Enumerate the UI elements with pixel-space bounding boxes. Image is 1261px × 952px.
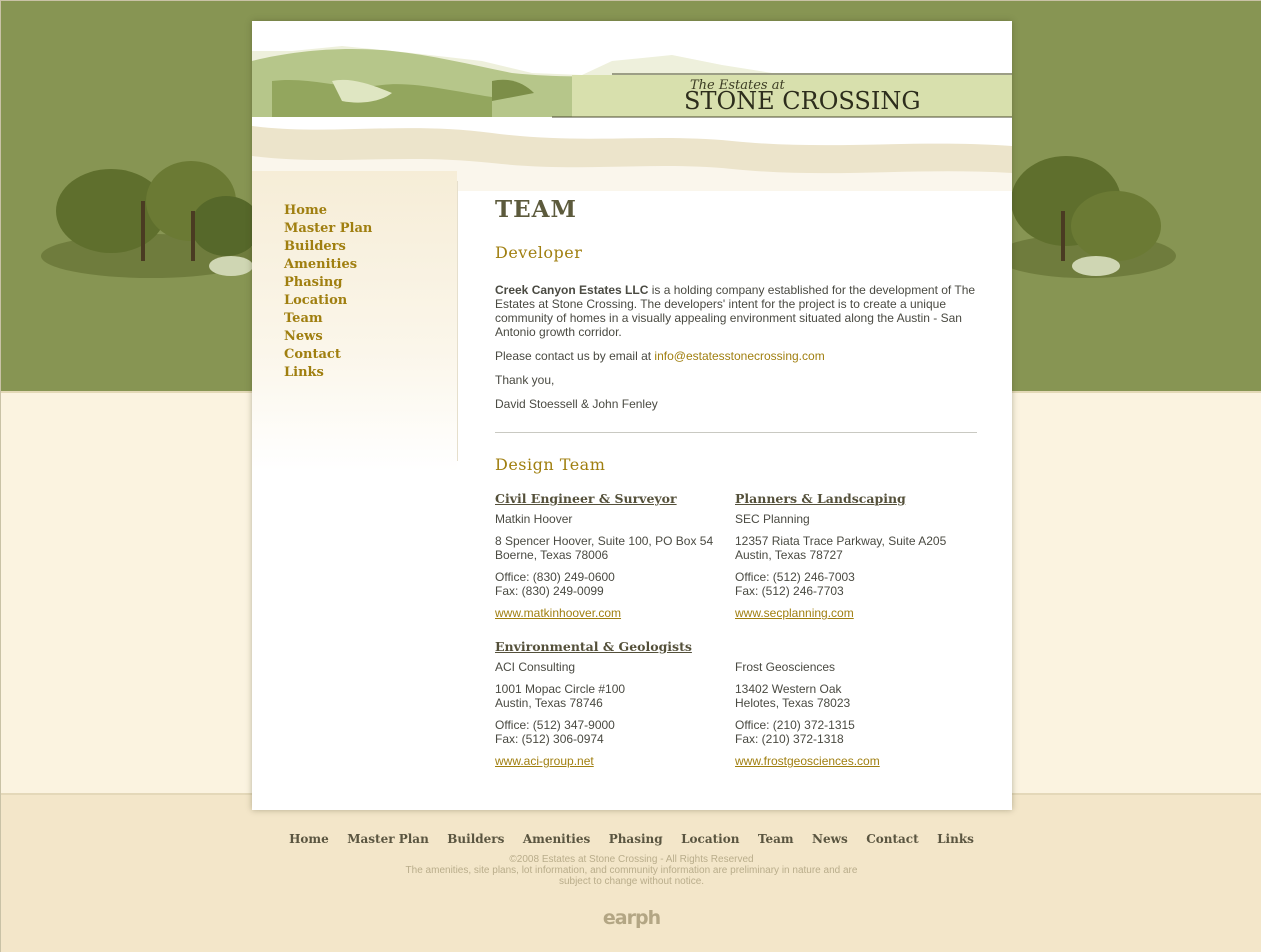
- footer-nav: Home Master Plan Builders Amenities Phas…: [1, 830, 1261, 848]
- footer-nav-news[interactable]: News: [812, 832, 848, 846]
- trees-illustration-left: [41, 161, 261, 278]
- nav-item-team[interactable]: Team: [284, 311, 323, 326]
- content-page: The Estates at STONE CROSSING Home Maste…: [252, 21, 1012, 810]
- nav-item-location[interactable]: Location: [284, 293, 347, 308]
- footer-nav-home[interactable]: Home: [289, 832, 329, 846]
- address-line-2: Austin, Texas 78727: [735, 548, 843, 562]
- team-member-address: 1001 Mopac Circle #100 Austin, Texas 7874…: [495, 682, 730, 718]
- section-divider: [495, 432, 977, 433]
- nav-item-home[interactable]: Home: [284, 203, 327, 218]
- header-banner: The Estates at STONE CROSSING: [252, 21, 1012, 191]
- team-group-planners: Planners & Landscaping SEC Planning 1235…: [735, 491, 970, 621]
- address-line-2: Austin, Texas 78746: [495, 696, 603, 710]
- office-phone: Office: (210) 372-1315: [735, 718, 855, 732]
- footer-nav-amenities[interactable]: Amenities: [523, 832, 590, 846]
- footer-disclaimer-line-1: The amenities, site plans, lot informati…: [405, 865, 858, 876]
- footer-nav-builders[interactable]: Builders: [447, 832, 504, 846]
- team-member-name: Matkin Hoover: [495, 512, 573, 526]
- team-member-phones: Office: (830) 249-0600 Fax: (830) 249-009…: [495, 570, 730, 606]
- page-title: TEAM: [495, 196, 577, 223]
- team-group-geologists: Frost Geosciences 13402 Western Oak Helot…: [735, 640, 970, 768]
- team-member-name: ACI Consulting: [495, 660, 576, 674]
- sidebar-nav: Home Master Plan Builders Amenities Phas…: [284, 201, 372, 381]
- developer-contact: Please contact us by email at info@estat…: [495, 349, 977, 363]
- team-member-website-link[interactable]: www.frostgeosciences.com: [735, 754, 970, 768]
- office-phone: Office: (830) 249-0600: [495, 570, 615, 584]
- nav-item-phasing[interactable]: Phasing: [284, 275, 342, 290]
- team-member-name: Frost Geosciences: [735, 660, 836, 674]
- address-line-1: 12357 Riata Trace Parkway, Suite A205: [735, 534, 947, 548]
- team-group-heading: Planners & Landscaping: [735, 491, 906, 506]
- fax-number: Fax: (512) 306-0974: [495, 732, 604, 746]
- fax-number: Fax: (512) 246-7703: [735, 584, 844, 598]
- fax-number: Fax: (210) 372-1318: [735, 732, 844, 746]
- footer-nav-location[interactable]: Location: [681, 832, 739, 846]
- team-member-address: 12357 Riata Trace Parkway, Suite A205 Aus…: [735, 534, 970, 570]
- team-group-heading: [735, 640, 970, 660]
- address-line-1: 13402 Western Oak: [735, 682, 842, 696]
- address-line-1: 8 Spencer Hoover, Suite 100, PO Box 54: [495, 534, 714, 548]
- site-header: The Estates at STONE CROSSING: [252, 21, 1012, 191]
- developer-thanks: Thank you,: [495, 373, 555, 387]
- team-member-phones: Office: (512) 246-7003 Fax: (512) 246-770…: [735, 570, 970, 606]
- nav-item-links[interactable]: Links: [284, 365, 324, 380]
- contact-prefix: Please contact us by email at: [495, 349, 655, 363]
- team-member-address: 8 Spencer Hoover, Suite 100, PO Box 54 Bo…: [495, 534, 730, 570]
- address-line-2: Helotes, Texas 78023: [735, 696, 851, 710]
- nav-item-news[interactable]: News: [284, 329, 323, 344]
- trees-illustration-right: [1006, 156, 1176, 278]
- team-group-heading: Civil Engineer & Surveyor: [495, 491, 677, 506]
- team-member-website-link[interactable]: www.aci-group.net: [495, 754, 730, 768]
- team-group-civil-engineer: Civil Engineer & Surveyor Matkin Hoover …: [495, 491, 730, 621]
- nav-item-builders[interactable]: Builders: [284, 239, 346, 254]
- logo-main-text: STONE CROSSING: [684, 87, 921, 115]
- footer-nav-links[interactable]: Links: [937, 832, 974, 846]
- office-phone: Office: (512) 347-9000: [495, 718, 615, 732]
- developer-company: Creek Canyon Estates LLC: [495, 283, 649, 297]
- developer-heading: Developer: [495, 243, 583, 262]
- team-member-address: 13402 Western Oak Helotes, Texas 78023: [735, 682, 970, 718]
- developer-email-link[interactable]: info@estatesstonecrossing.com: [654, 349, 824, 363]
- footer-legal: ©2008 Estates at Stone Crossing - All Ri…: [1, 854, 1261, 887]
- team-member-website-link[interactable]: www.matkinhoover.com: [495, 606, 730, 620]
- nav-item-amenities[interactable]: Amenities: [284, 257, 357, 272]
- design-team-heading: Design Team: [495, 455, 606, 474]
- footer-credit-logo[interactable]: earph: [1, 907, 1261, 929]
- address-line-2: Boerne, Texas 78006: [495, 548, 609, 562]
- team-member-website-link[interactable]: www.secplanning.com: [735, 606, 970, 620]
- footer-disclaimer-line-2: subject to change without notice.: [558, 876, 705, 887]
- footer-nav-phasing[interactable]: Phasing: [609, 832, 663, 846]
- team-member-phones: Office: (512) 347-9000 Fax: (512) 306-097…: [495, 718, 730, 754]
- footer-credit-text: earph: [602, 907, 661, 929]
- team-member-phones: Office: (210) 372-1315 Fax: (210) 372-131…: [735, 718, 970, 754]
- footer-copyright: ©2008 Estates at Stone Crossing - All Ri…: [509, 854, 754, 865]
- team-member-name: SEC Planning: [735, 512, 810, 526]
- footer-nav-contact[interactable]: Contact: [866, 832, 918, 846]
- office-phone: Office: (512) 246-7003: [735, 570, 855, 584]
- address-line-1: 1001 Mopac Circle #100: [495, 682, 626, 696]
- sidebar-divider: [457, 181, 458, 461]
- team-group-heading: Environmental & Geologists: [495, 639, 692, 654]
- nav-item-master-plan[interactable]: Master Plan: [284, 221, 372, 236]
- team-group-environmental: Environmental & Geologists ACI Consultin…: [495, 639, 730, 769]
- nav-item-contact[interactable]: Contact: [284, 347, 341, 362]
- developer-description: Creek Canyon Estates LLC is a holding co…: [495, 283, 977, 339]
- footer-nav-team[interactable]: Team: [758, 832, 794, 846]
- fax-number: Fax: (830) 249-0099: [495, 584, 604, 598]
- footer-nav-master-plan[interactable]: Master Plan: [347, 832, 429, 846]
- developer-signature: David Stoessell & John Fenley: [495, 397, 658, 411]
